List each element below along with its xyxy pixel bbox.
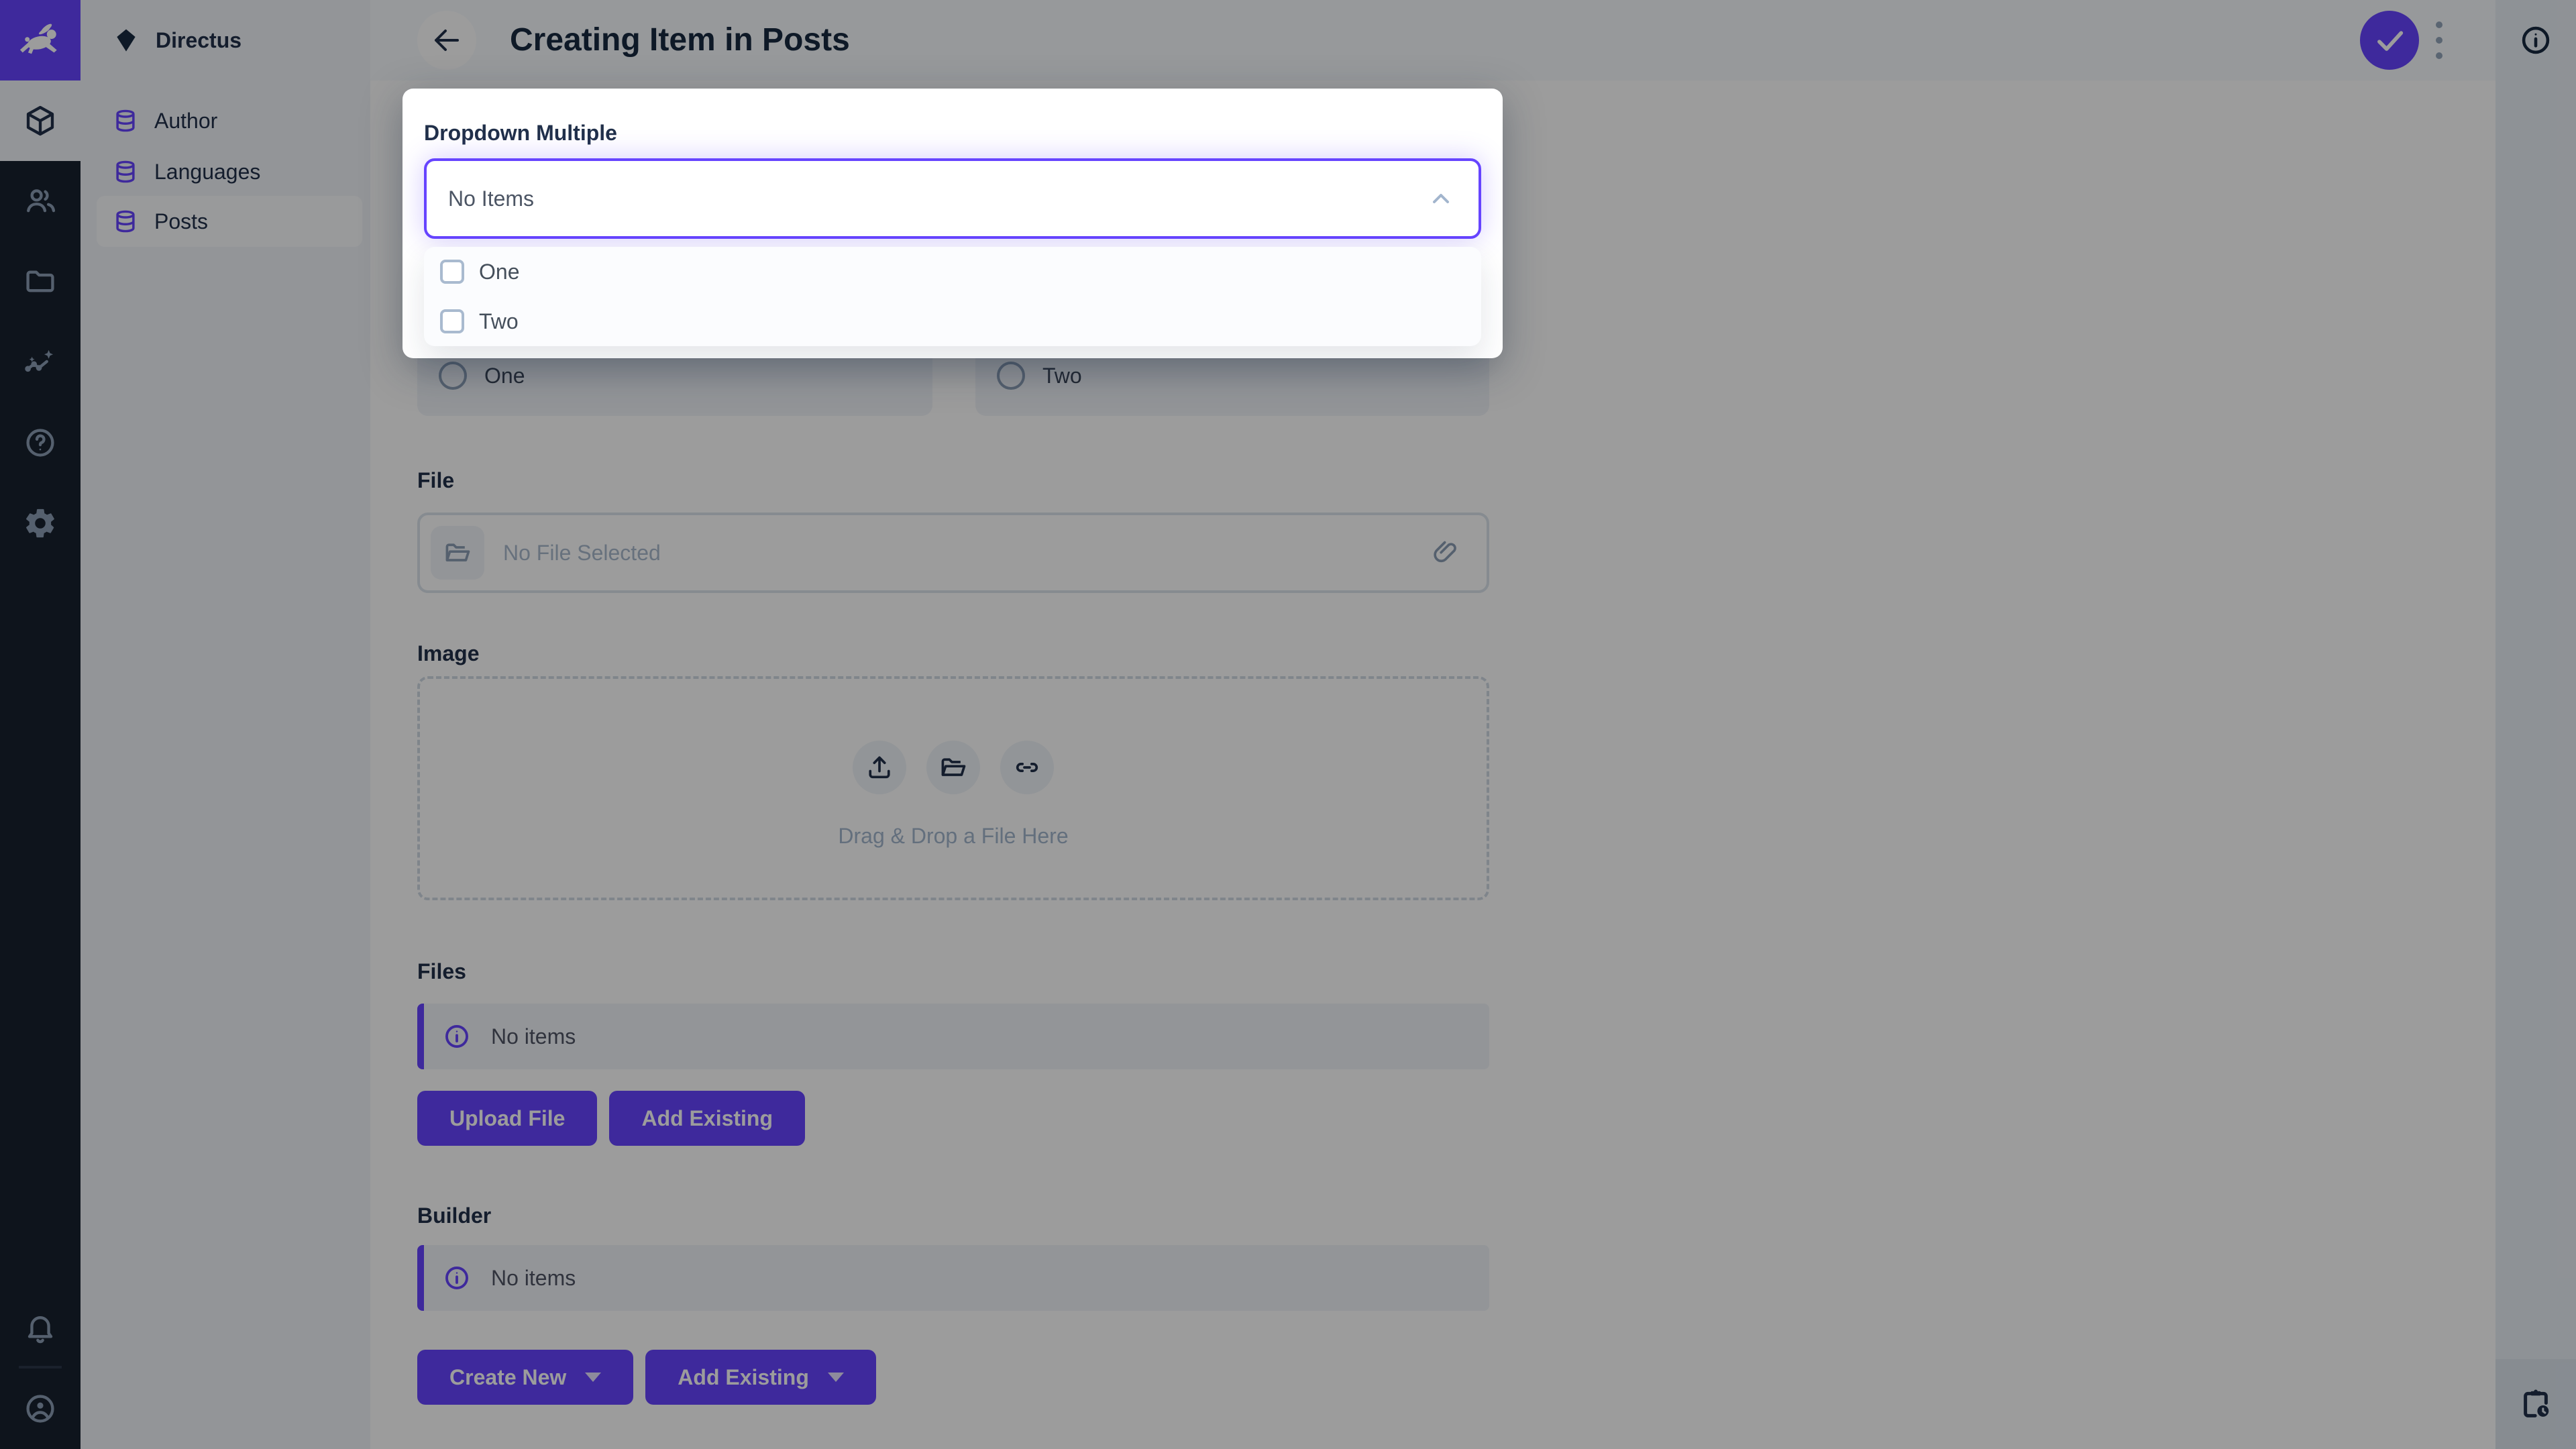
chevron-up-icon xyxy=(1425,182,1457,215)
checkbox-icon[interactable] xyxy=(440,260,464,284)
dropdown-option-label: One xyxy=(479,259,520,284)
app-root: Creating Item in Posts Directus Author L… xyxy=(0,0,2576,1449)
dropdown-menu: One Two xyxy=(424,247,1481,346)
dropdown-field-label: Dropdown Multiple xyxy=(424,121,617,145)
dropdown-value: No Items xyxy=(448,186,535,211)
dropdown-option-two[interactable]: Two xyxy=(424,297,1481,346)
checkbox-icon[interactable] xyxy=(440,309,464,333)
dropdown-multiple-card: Dropdown Multiple No Items One Two xyxy=(402,89,1503,358)
dropdown-option-label: Two xyxy=(479,309,519,333)
dropdown-option-one[interactable]: One xyxy=(424,247,1481,297)
dropdown-multiple-input[interactable]: No Items xyxy=(424,158,1481,239)
